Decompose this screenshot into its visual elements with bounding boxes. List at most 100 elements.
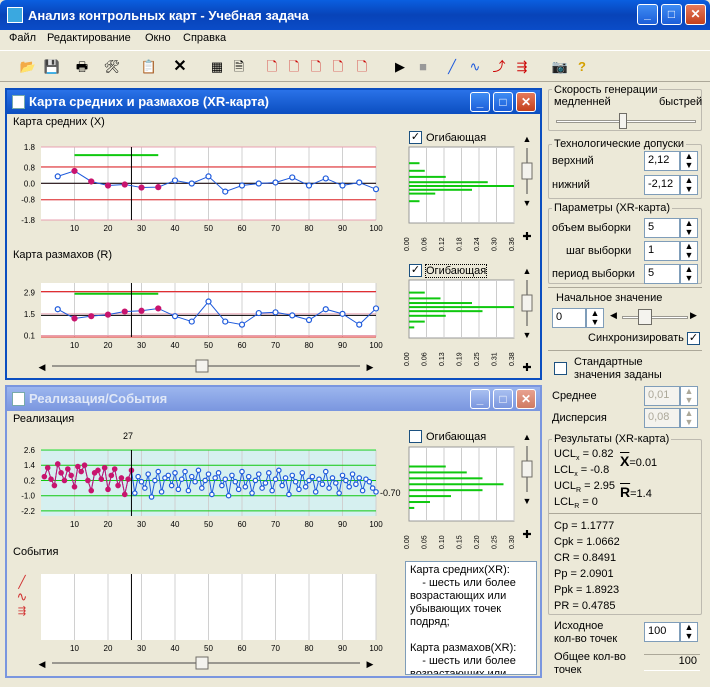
impl-chart-point	[54, 461, 61, 467]
impl-chart-point	[225, 492, 232, 499]
lower-tol-input[interactable]: -2,12	[644, 175, 680, 195]
range-histogram-tick: 0.38	[509, 352, 516, 366]
range-histogram-bar	[409, 326, 415, 329]
sample-volume-input[interactable]: 5	[644, 218, 680, 238]
impl-chart-point	[71, 484, 78, 490]
sample-step-input[interactable]: 1	[644, 241, 680, 261]
sample-step-spinner[interactable]: ▲ ▼	[680, 241, 698, 261]
maximize-button[interactable]: □	[661, 4, 682, 25]
upper-tol-input[interactable]: 2,12	[644, 151, 680, 171]
impl-chart-point	[111, 466, 118, 472]
camera-icon[interactable]: 📷	[550, 57, 570, 77]
sample-period-label: период выборки	[552, 268, 635, 280]
range-crosshair-icon: ✚	[522, 362, 531, 374]
help-icon[interactable]: ?	[572, 57, 592, 77]
impl-chart-point	[306, 477, 312, 484]
range-histogram-bar	[409, 302, 472, 305]
impl-chart-point	[135, 473, 141, 480]
impl-histogram-tick: 0.10	[439, 535, 446, 549]
xr-hscroll-left-arrow: ◀	[39, 362, 46, 372]
impl-chart-point	[329, 475, 336, 481]
impl-histogram-bar	[409, 465, 446, 468]
source-points-input[interactable]: 100	[644, 622, 680, 642]
mean-chart-point	[289, 174, 296, 181]
sample-step-label: шаг выборки	[566, 245, 632, 257]
std-disp-input[interactable]: 0,08	[644, 408, 680, 428]
range-chart-point	[222, 318, 229, 325]
impl-chart-point	[269, 487, 275, 494]
initial-slider-right-arrow[interactable]: ▶	[690, 310, 697, 321]
impl-chart-point	[343, 477, 349, 484]
sample-volume-spinner[interactable]: ▲ ▼	[680, 218, 698, 238]
impl-chart-point	[276, 467, 282, 474]
lcl-r-result: LCLR = 0	[554, 496, 598, 511]
impl-chart-point	[202, 477, 208, 484]
impl-histogram-tick: 0.05	[422, 535, 429, 549]
impl-chart-xtick: 70	[271, 520, 280, 529]
impl-chart-point	[81, 462, 88, 469]
mean-chart-ytick: -0.8	[21, 196, 35, 205]
range-chart-point	[155, 305, 162, 312]
range-chart-point	[305, 316, 313, 324]
initial-value-spinner[interactable]: ▲ ▼	[586, 308, 604, 328]
divider	[549, 513, 701, 514]
source-points-spinner[interactable]: ▲ ▼	[680, 622, 698, 642]
sample-period-input[interactable]: 5	[644, 264, 680, 284]
mean-vscroll-up-arrow: ▲	[523, 134, 532, 144]
impl-chart-point	[245, 473, 252, 480]
sample-period-spinner[interactable]: ▲ ▼	[680, 264, 698, 284]
range-histogram-tick: 0.06	[422, 352, 429, 366]
charts-layer: 1.8 0.8 0.0 -0.8 -1.8 10 20 30 40 50 60 70 80 90 100 0.…	[17, 134, 533, 670]
lower-tol-spinner[interactable]: ▲ ▼	[680, 175, 698, 195]
mean-histogram-tick: 0.30	[492, 237, 499, 251]
impl-chart-point	[259, 485, 265, 491]
mean-chart-ytick: 1.8	[24, 143, 36, 152]
mean-chart-ytick: -1.8	[21, 216, 35, 225]
stat-line: PR = 0.4785	[554, 600, 616, 612]
mean-chart-point	[305, 182, 313, 189]
mean-histogram-bar	[409, 175, 446, 178]
std-mean-spinner[interactable]: ▲ ▼	[680, 386, 698, 406]
std-disp-spinner[interactable]: ▲ ▼	[680, 408, 698, 428]
initial-value-input[interactable]: 0	[552, 308, 586, 328]
impl-chart-xtick: 50	[204, 520, 213, 529]
impl-chart-point	[299, 470, 306, 476]
events-xtick: 100	[369, 644, 383, 653]
mean-histogram-tick: 0.36	[509, 237, 516, 251]
results-label: Результаты (XR-карта)	[552, 433, 672, 445]
mean-chart-xtick: 10	[70, 224, 79, 233]
speed-slider-thumb[interactable]	[619, 113, 627, 129]
mean-crosshair-icon: ✚	[522, 231, 531, 243]
sync-label: Синхронизировать	[588, 332, 684, 344]
impl-chart-point	[205, 471, 212, 477]
range-chart-xtick: 70	[271, 341, 280, 350]
impl-chart-point	[145, 471, 152, 477]
close-button[interactable]: ✕	[685, 4, 706, 25]
impl-chart-xtick: 30	[137, 520, 146, 529]
initial-slider-left-arrow[interactable]: ◀	[610, 310, 617, 321]
mean-chart-xtick: 70	[271, 224, 280, 233]
impl-chart-point	[326, 485, 332, 491]
sync-checkbox[interactable]: ✓	[687, 332, 700, 345]
std-values-checkbox[interactable]	[554, 362, 567, 375]
lower-tol-label: нижний	[552, 179, 590, 191]
mean-histogram-tick: 0.18	[457, 237, 464, 251]
upper-tol-spinner[interactable]: ▲ ▼	[680, 151, 698, 171]
range-chart-point	[255, 309, 262, 317]
mean-chart-point	[121, 181, 128, 188]
minimize-button[interactable]: _	[637, 4, 658, 25]
impl-histogram-tick: 0.15	[457, 535, 464, 549]
impl-cursor-label: 27	[123, 431, 133, 441]
initial-slider-track[interactable]	[622, 316, 688, 319]
std-mean-input[interactable]: 0,01	[644, 386, 680, 406]
mean-chart-xtick: 90	[338, 224, 347, 233]
mean-chart-xtick: 80	[305, 224, 314, 233]
impl-histogram-bar	[409, 495, 451, 498]
impl-chart-xtick: 60	[238, 520, 247, 529]
impl-last-value-label: -0.70	[380, 488, 401, 498]
impl-chart-point	[255, 471, 262, 477]
initial-slider-thumb[interactable]	[638, 309, 652, 325]
mean-chart-xtick: 30	[137, 224, 146, 233]
mean-histogram-bar	[409, 188, 472, 191]
mean-histogram-tick: 0.12	[439, 237, 446, 251]
